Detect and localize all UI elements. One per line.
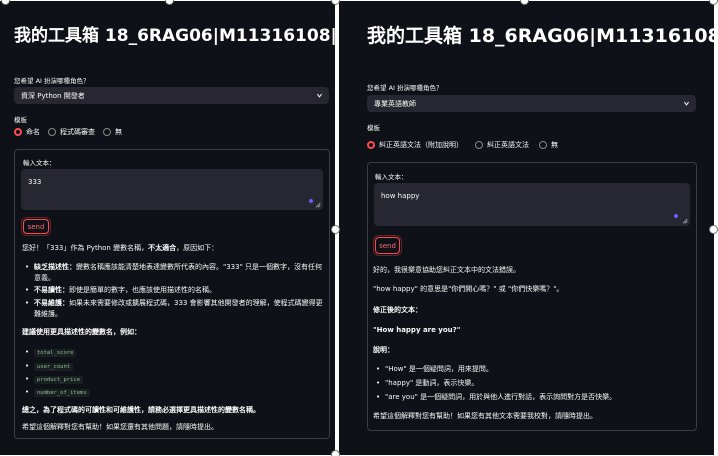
radio-label: 無 <box>551 141 558 149</box>
list-item: 不易維護：如果未來需要修改或擴展程式碼，333 會影響其他開發者的理解，使程式碼… <box>25 298 324 320</box>
status-dot-icon <box>309 199 313 203</box>
list-item: "are you" 是一個疑問詞，用於與他人進行對話，表示詢問對方是否快樂。 <box>376 392 691 403</box>
bullet-title: 不易讀性： <box>34 286 69 294</box>
chevron-down-icon <box>317 93 322 98</box>
selection-handle[interactable] <box>331 225 340 234</box>
bullet-text: 如果未來需要修改或擴展程式碼，333 會影響其他開發者的理解，使程式碼變得更難維… <box>34 299 323 318</box>
role-select-value: 專業英語教師 <box>374 100 416 108</box>
response-text: 好的，我很樂意協助您糾正文本中的文法錯誤。 <box>373 266 520 274</box>
radio-icon <box>14 128 22 136</box>
radio-none[interactable]: 無 <box>539 140 558 150</box>
code-snippet: total_score <box>34 349 77 357</box>
summary-text: 總之，為了程式碼的可讀性和可維護性，請務必選擇更具描述性的變數名稱。 <box>22 406 260 414</box>
text-input[interactable]: 333 <box>21 169 323 210</box>
radio-icon <box>539 141 547 149</box>
page-title: 我的工具箱 18_6RAG06|M11316108| <box>14 26 335 46</box>
radio-label: 命名 <box>26 128 40 136</box>
left-app-panel: 我的工具箱 18_6RAG06|M11316108| 您希望 AI 扮演哪種角色… <box>0 1 335 455</box>
text-input-value: 333 <box>28 178 42 186</box>
selection-handle[interactable] <box>709 0 718 5</box>
page-title: 我的工具箱 18_6RAG06|M11316108| <box>367 25 714 47</box>
response-emphasis: 不太適合 <box>148 244 177 252</box>
radio-grammar[interactable]: 糾正英語文法 <box>475 140 529 150</box>
resize-handle-icon[interactable] <box>314 201 321 208</box>
radio-code-review[interactable]: 程式碼審查 <box>48 127 95 137</box>
code-snippet: number_of_items <box>34 389 90 397</box>
suggestion-heading: 建議使用更具描述性的變數名，例如： <box>22 328 141 336</box>
bullet-title: 缺乏描述性： <box>34 263 76 271</box>
radio-icon <box>103 128 111 136</box>
resize-handle-icon[interactable] <box>681 217 688 224</box>
bullet-text: 變數名稱應該能清楚地表達變數所代表的內容。"333" 只是一個數字，沒有任何意義… <box>34 263 323 282</box>
role-label: 您希望 AI 扮演哪種角色？ <box>14 77 90 85</box>
closing-text: 希望這個解釋對您有幫助！如果您還有其他問題，請隨時提出。 <box>22 423 218 431</box>
response-intro: 您好！「333」作為 Python 變數名稱，不太適合，原因如下： <box>22 243 327 254</box>
list-item: product_price <box>25 374 84 386</box>
code-snippet: user_count <box>34 363 74 371</box>
list-item: number_of_items <box>25 387 90 399</box>
send-button[interactable]: send <box>21 217 51 236</box>
response-text: 您好！「333」作為 Python 變數名稱， <box>22 244 149 252</box>
list-item: 不易讀性：即使是簡單的數字，也應該使用描述性的名稱。 <box>25 285 324 296</box>
role-select-value: 資深 Python 開發者 <box>21 92 85 100</box>
explanation-label: 說明： <box>373 346 394 354</box>
status-dot-icon <box>674 214 678 218</box>
bullet-title: 不易維護： <box>34 299 69 307</box>
selection-handle[interactable] <box>709 225 718 234</box>
list-item: total_score <box>25 347 77 359</box>
code-snippet: product_price <box>34 376 84 384</box>
radio-icon <box>475 141 483 149</box>
radio-none[interactable]: 無 <box>103 127 122 137</box>
role-select[interactable]: 專業英語教師 <box>367 95 696 112</box>
radio-icon <box>367 141 375 149</box>
chevron-down-icon <box>684 101 689 106</box>
bullet-text: 即使是簡單的數字，也應該使用描述性的名稱。 <box>69 286 216 294</box>
role-label: 您希望 AI 扮演哪種角色？ <box>367 84 443 92</box>
selection-handle[interactable] <box>331 450 340 456</box>
list-item: user_count <box>25 361 74 373</box>
list-item: "How" 是一個疑問詞，用來提問。 <box>376 364 691 375</box>
radio-label: 糾正英語文法（附加說明） <box>379 141 463 149</box>
closing-text: 希望這個解釋對您有幫助！如果您有其他文本需要我校對，請隨時提出。 <box>373 412 597 420</box>
radio-label: 糾正英語文法 <box>487 141 529 149</box>
list-item: "happy" 是動詞，表示快樂。 <box>376 378 691 389</box>
list-item: 缺乏描述性：變數名稱應該能清楚地表達變數所代表的內容。"333" 只是一個數字，… <box>25 262 324 284</box>
corrected-text: "How happy are you?" <box>373 326 461 334</box>
input-label: 輸入文本： <box>23 159 56 167</box>
send-button[interactable]: send <box>373 235 402 256</box>
radio-label: 程式碼審查 <box>60 128 95 136</box>
input-label: 輸入文本： <box>375 173 408 181</box>
template-label: 模板 <box>367 124 380 132</box>
response-text: "how happy" 的意思是"你們開心嗎？" 或 "你們快樂嗎？"。 <box>373 285 564 293</box>
template-label: 模板 <box>14 116 27 124</box>
text-input-value: how happy <box>381 192 420 200</box>
text-input[interactable]: how happy <box>374 183 690 226</box>
role-select[interactable]: 資深 Python 開發者 <box>14 87 329 104</box>
radio-naming[interactable]: 命名 <box>14 127 40 137</box>
corrected-label: 修正後的文本： <box>373 306 422 314</box>
radio-label: 無 <box>115 128 122 136</box>
radio-icon <box>48 128 56 136</box>
right-app-panel: 我的工具箱 18_6RAG06|M11316108| 您希望 AI 扮演哪種角色… <box>339 1 714 455</box>
response-text: ，原因如下： <box>176 244 219 252</box>
radio-grammar-explained[interactable]: 糾正英語文法（附加說明） <box>367 140 463 150</box>
